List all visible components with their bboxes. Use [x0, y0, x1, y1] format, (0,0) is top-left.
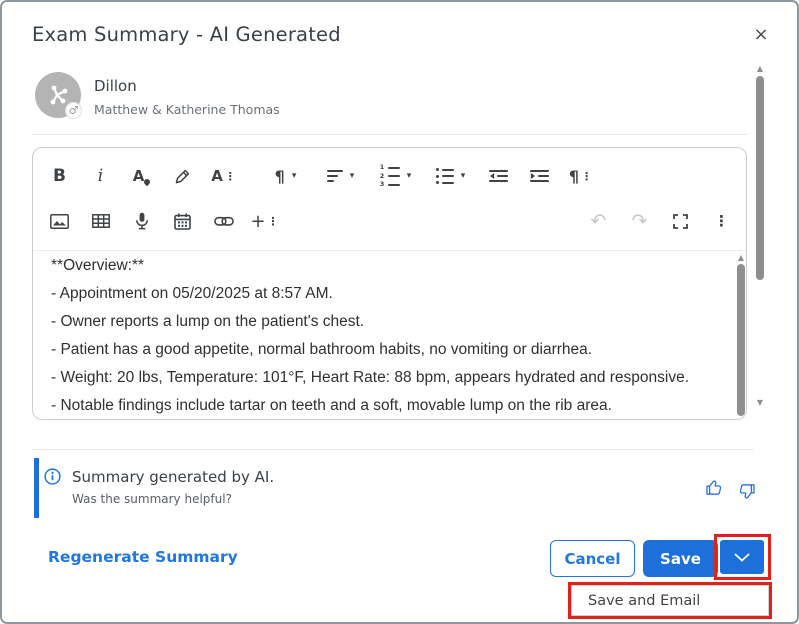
editor-content[interactable]: **Overview:** - Appointment on 05/20/202… [51, 252, 731, 419]
header-divider [32, 134, 747, 135]
more-misc-button[interactable]: ⋮ [701, 201, 742, 241]
thumbs-up-icon [706, 479, 722, 495]
thumbs-down-icon [739, 483, 755, 499]
cancel-button[interactable]: Cancel [550, 540, 635, 577]
bullet-list-icon [435, 168, 454, 184]
menu-item-save-and-email[interactable]: Save and Email [571, 585, 769, 616]
indent-button[interactable] [519, 156, 560, 196]
color-drop-icon [143, 177, 152, 187]
indent-icon [529, 170, 549, 182]
editor-scrollbar-thumb[interactable] [737, 264, 745, 416]
content-line: - Notable findings include tartar on tee… [51, 397, 612, 414]
content-line: - Appointment on 05/20/2025 at 8:57 AM. [51, 285, 333, 302]
image-icon [50, 213, 69, 229]
modal-scroll-up-arrow[interactable]: ▲ [755, 64, 765, 73]
bold-button[interactable]: B [39, 156, 80, 196]
insert-table-button[interactable] [80, 201, 121, 241]
page-title: Exam Summary - AI Generated [32, 23, 341, 46]
editor-toolbar-text: B i A A ⋮ ¶ ▾ ▾ 1 2 3 ▾ ▾ ¶ ⋮ [39, 154, 601, 198]
thumbs-up-button[interactable] [705, 475, 729, 499]
more-text-button[interactable]: A ⋮ [203, 156, 244, 196]
annotation-box-save-and-email: Save and Email [568, 582, 772, 619]
toolbar-content-divider [33, 250, 746, 251]
redo-icon: ↷ [631, 210, 648, 232]
ai-banner-accent-bar [34, 458, 39, 518]
highlighter-icon [175, 169, 190, 183]
exam-summary-modal: Exam Summary - AI Generated × ♂ Dillon M… [0, 0, 799, 624]
male-gender-icon: ♂ [65, 102, 82, 119]
thumbs-down-button[interactable] [737, 479, 761, 503]
unordered-list-button[interactable]: ▾ [423, 156, 478, 196]
ordered-list-button[interactable]: 1 2 3 ▾ [368, 156, 423, 196]
calendar-icon [174, 213, 191, 230]
kebab-icon: ⋮ [714, 212, 729, 230]
outdent-icon [488, 170, 508, 182]
align-button[interactable]: ▾ [313, 156, 368, 196]
ordered-list-icon: 1 2 3 [380, 164, 400, 187]
modal-scroll-down-arrow[interactable]: ▼ [755, 398, 765, 407]
highlight-button[interactable] [162, 156, 203, 196]
text-color-button[interactable]: A [121, 156, 162, 196]
chevron-down-icon [734, 553, 750, 562]
microphone-icon [135, 212, 148, 230]
editor-toolbar-insert: + ⋮ ↶ ↷ ⋮ [39, 198, 742, 244]
undo-button[interactable]: ↶ [578, 201, 619, 241]
footer-divider [32, 449, 754, 450]
info-icon [44, 468, 61, 485]
rich-text-editor[interactable]: B i A A ⋮ ¶ ▾ ▾ 1 2 3 ▾ ▾ ¶ ⋮ + ⋮ ↶ ↷ ⋮ … [32, 147, 747, 420]
outdent-button[interactable] [478, 156, 519, 196]
content-line: **Overview:** [51, 257, 145, 274]
editor-scroll-up-arrow[interactable]: ▲ [736, 253, 746, 262]
content-line: - Weight: 20 lbs, Temperature: 101°F, He… [51, 369, 690, 386]
link-icon [213, 216, 234, 226]
redo-button[interactable]: ↷ [619, 201, 660, 241]
record-audio-button[interactable] [121, 201, 162, 241]
patient-name: Dillon [94, 77, 137, 95]
insert-link-button[interactable] [203, 201, 244, 241]
insert-image-button[interactable] [39, 201, 80, 241]
undo-icon: ↶ [590, 210, 607, 232]
ai-banner-message: Summary generated by AI. [72, 468, 275, 486]
more-rich-button[interactable]: + ⋮ [244, 201, 285, 241]
save-dropdown-button[interactable] [720, 540, 764, 574]
paragraph-format-button[interactable]: ¶ ▾ [258, 156, 313, 196]
modal-scrollbar-thumb[interactable] [756, 76, 764, 280]
fullscreen-icon [673, 213, 688, 229]
align-left-icon [326, 170, 343, 182]
insert-date-button[interactable] [162, 201, 203, 241]
fullscreen-button[interactable] [660, 201, 701, 241]
content-line: - Patient has a good appetite, normal ba… [51, 341, 593, 358]
regenerate-summary-link[interactable]: Regenerate Summary [48, 548, 238, 566]
ai-banner-question: Was the summary helpful? [72, 492, 232, 506]
save-button[interactable]: Save [643, 540, 718, 577]
content-line: - Owner reports a lump on the patient's … [51, 313, 365, 330]
owner-names: Matthew & Katherine Thomas [94, 102, 280, 117]
italic-button[interactable]: i [80, 156, 121, 196]
more-paragraph-button[interactable]: ¶ ⋮ [560, 156, 601, 196]
close-icon[interactable]: × [749, 22, 773, 46]
table-icon [91, 214, 110, 228]
